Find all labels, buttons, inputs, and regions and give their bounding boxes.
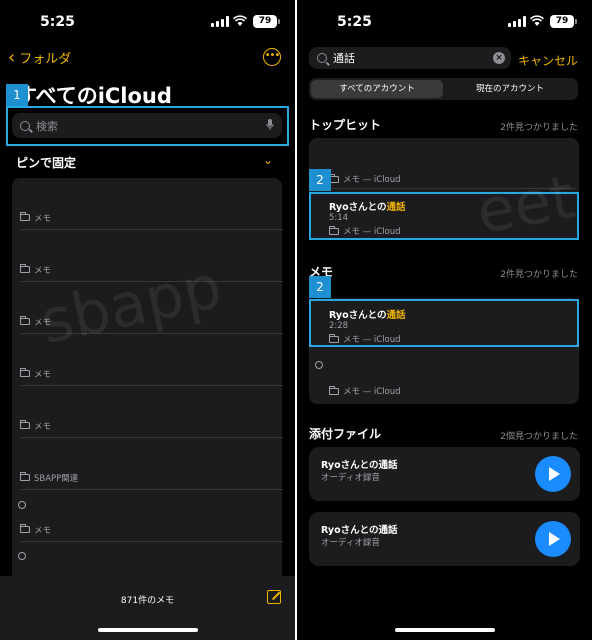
divider <box>329 188 576 189</box>
back-button[interactable]: ‹ フォルダ <box>8 48 71 67</box>
shared-person-icon <box>18 501 26 509</box>
memo-count: 2件見つかりました <box>500 270 578 280</box>
folder-icon <box>329 225 339 235</box>
list-item-folder: メモ <box>34 421 52 432</box>
list-item[interactable]: メモ — iCloud <box>329 385 401 397</box>
folder-icon <box>20 368 30 377</box>
chevron-left-icon: ‹ <box>8 46 16 68</box>
pinned-header: ピンで固定 <box>16 156 77 170</box>
result-time: 5:14 <box>329 213 349 223</box>
attachment-subtitle: オーディオ録音 <box>321 473 380 483</box>
result-title[interactable]: Ryoさんとの通話 <box>329 199 406 213</box>
search-icon <box>20 120 30 131</box>
folder-icon <box>20 524 30 533</box>
home-indicator <box>394 628 495 632</box>
note-count: 871件のメモ <box>120 596 175 606</box>
attachment-title: Ryoさんとの通話 <box>321 460 398 471</box>
result-title-match: 通話 <box>386 202 406 213</box>
result-folder-row: メモ — iCloud <box>329 333 401 345</box>
play-icon[interactable] <box>535 521 571 557</box>
attachment-item[interactable]: Ryoさんとの通話 オーディオ録音 <box>309 447 580 501</box>
result-time: 2:28 <box>329 321 349 331</box>
callout-number-1: 1 <box>6 84 28 106</box>
status-time: 5:25 <box>337 14 372 30</box>
folder-icon <box>329 333 339 343</box>
top-hits-count: 2件見つかりました <box>500 123 578 133</box>
result-folder: メモ — iCloud <box>343 227 401 237</box>
compose-icon[interactable] <box>267 590 281 604</box>
attachment-item[interactable]: Ryoさんとの通話 オーディオ録音 <box>309 512 580 566</box>
callout-number-2: 2 <box>309 276 331 298</box>
list-item-folder: メモ <box>34 213 52 224</box>
list-item[interactable]: SBAPP関連 <box>20 466 283 490</box>
search-field[interactable]: 検索 <box>12 113 282 138</box>
list-item-folder: メモ <box>34 525 52 536</box>
result-folder: メモ — iCloud <box>343 335 401 345</box>
home-indicator <box>97 628 198 632</box>
wifi-icon <box>530 15 544 26</box>
folder-icon <box>20 316 30 325</box>
folder-icon <box>20 264 30 273</box>
list-item-folder: メモ <box>34 369 52 380</box>
search-value: 通話 <box>333 52 355 65</box>
chevron-down-icon[interactable]: ⌄ <box>263 153 273 167</box>
search-field[interactable]: 通話 × <box>309 47 511 69</box>
list-item[interactable]: メモ <box>20 414 283 438</box>
list-item-folder: メモ <box>34 265 52 276</box>
list-item-folder: メモ <box>34 317 52 328</box>
shared-person-icon <box>18 552 26 560</box>
attachments-header: 添付ファイル <box>309 427 382 441</box>
status-bar: 5:25 79 <box>0 0 295 44</box>
right-screen: 5:25 79 通話 × キャンセル すべてのアカウント 現在のアカウント トッ… <box>297 0 592 640</box>
microphone-icon[interactable] <box>266 119 274 131</box>
shared-person-icon <box>315 361 323 369</box>
segment-all-accounts[interactable]: すべてのアカウント <box>311 80 443 98</box>
account-segmented-control: すべてのアカウント 現在のアカウント <box>309 78 578 100</box>
result-folder-row: メモ — iCloud <box>329 225 401 237</box>
list-item[interactable]: メモ <box>20 518 283 542</box>
result-title-text: Ryoさんとの <box>329 310 387 321</box>
clear-icon[interactable]: × <box>493 52 505 64</box>
result-folder: メモ — iCloud <box>343 175 401 185</box>
attachments-count: 2個見つかりました <box>500 432 578 442</box>
list-item[interactable]: メモ <box>20 206 283 230</box>
status-bar: 5:25 79 <box>297 0 592 44</box>
attachment-subtitle: オーディオ録音 <box>321 538 380 548</box>
battery-icon: 79 <box>550 15 577 28</box>
bottom-toolbar: 871件のメモ <box>0 576 295 640</box>
result-title-text: Ryoさんとの <box>329 202 387 213</box>
search-placeholder: 検索 <box>36 119 58 133</box>
status-time: 5:25 <box>40 14 75 30</box>
play-icon[interactable] <box>535 456 571 492</box>
left-screen: 5:25 79 ‹ フォルダ ••• すべてのiCloud 1 検索 ピンで固定… <box>0 0 295 640</box>
back-label: フォルダ <box>19 52 72 67</box>
list-item[interactable]: メモ <box>20 362 283 386</box>
battery-icon: 79 <box>253 15 280 28</box>
result-title-match: 通話 <box>386 310 406 321</box>
list-item[interactable]: メモ <box>20 258 283 282</box>
list-item[interactable]: メモ <box>20 310 283 334</box>
wifi-icon <box>233 15 247 26</box>
top-hits-header: トップヒット <box>309 118 382 132</box>
callout-number-2: 2 <box>309 169 331 191</box>
result-folder: メモ — iCloud <box>343 387 401 397</box>
search-icon <box>317 53 327 63</box>
folder-icon <box>20 212 30 221</box>
folder-icon <box>20 420 30 429</box>
signal-icon <box>211 16 229 27</box>
attachment-title: Ryoさんとの通話 <box>321 525 398 536</box>
more-icon[interactable]: ••• <box>263 48 281 66</box>
result-title[interactable]: Ryoさんとの通話 <box>329 307 406 321</box>
cancel-button[interactable]: キャンセル <box>518 52 578 69</box>
signal-icon <box>508 16 526 27</box>
folder-icon <box>20 472 30 481</box>
segment-current-account[interactable]: 現在のアカウント <box>444 80 576 98</box>
list-item-folder: SBAPP関連 <box>34 473 79 484</box>
list-item[interactable]: メモ — iCloud <box>329 173 401 185</box>
folder-icon <box>329 385 339 395</box>
